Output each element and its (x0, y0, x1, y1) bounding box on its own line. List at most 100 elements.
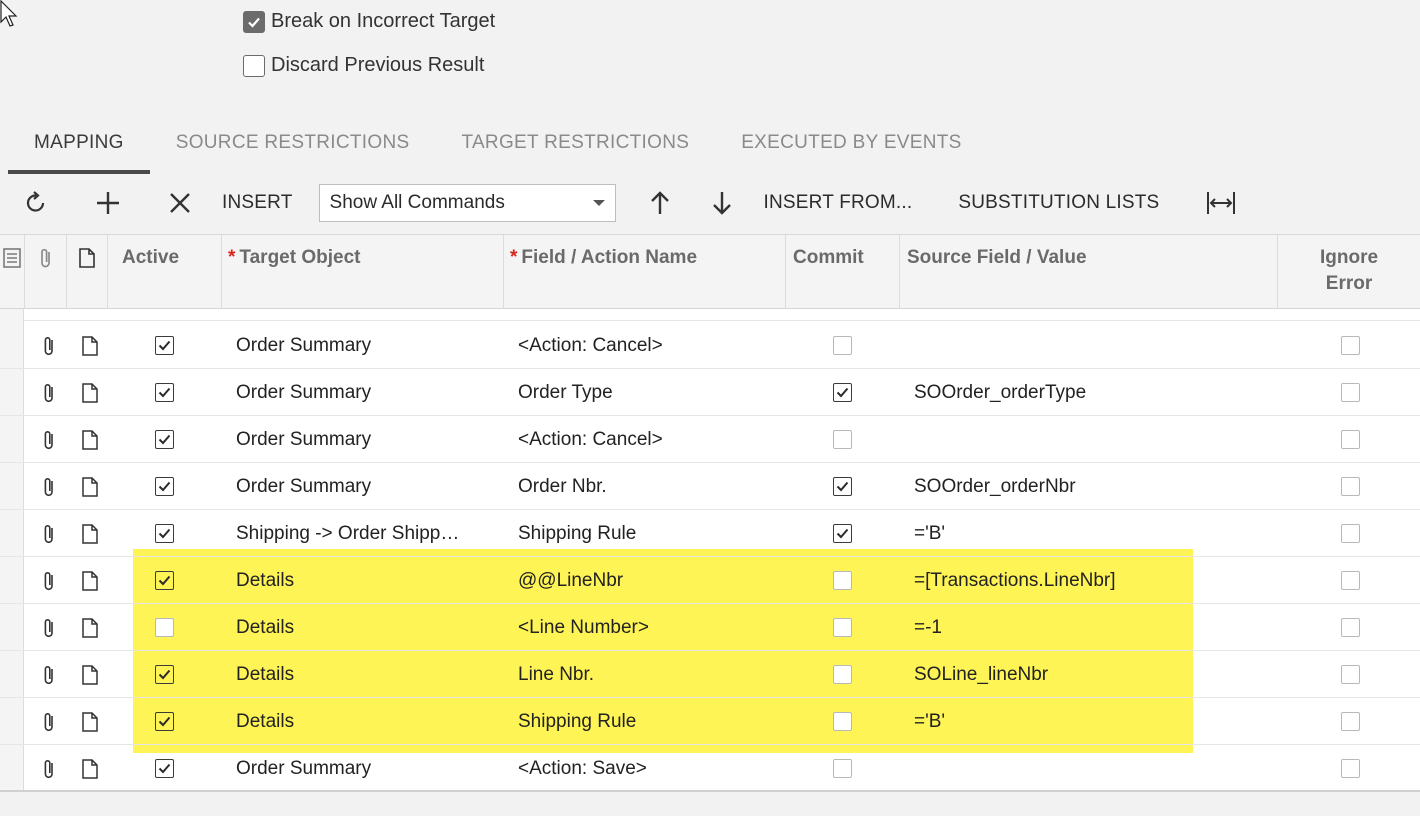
ignore-error-checkbox[interactable] (1341, 369, 1363, 416)
substitution-lists-button[interactable]: SUBSTITUTION LISTS (958, 192, 1159, 214)
paperclip-icon[interactable] (38, 557, 60, 604)
tab-mapping[interactable]: MAPPING (8, 112, 150, 174)
source-field-cell[interactable] (914, 745, 1274, 790)
target-object-cell[interactable]: Details (236, 557, 494, 604)
field-action-cell[interactable]: <Action: Cancel> (518, 322, 780, 369)
source-field-cell[interactable]: =[Transactions.LineNbr] (914, 557, 1274, 604)
arrow-up-icon[interactable] (642, 185, 678, 221)
note-icon[interactable] (79, 510, 101, 557)
commit-checkbox[interactable] (833, 463, 855, 510)
paperclip-icon[interactable] (38, 698, 60, 745)
field-action-cell[interactable]: @@LineNbr (518, 557, 780, 604)
note-icon[interactable] (79, 416, 101, 463)
source-field-cell[interactable]: SOLine_lineNbr (914, 651, 1274, 698)
table-row[interactable]: Order Summary Order Type SOOrder_orderTy… (0, 369, 1420, 416)
note-icon[interactable] (79, 463, 101, 510)
paperclip-icon[interactable] (38, 604, 60, 651)
paperclip-icon[interactable] (38, 369, 60, 416)
note-icon[interactable] (79, 557, 101, 604)
table-row[interactable]: Order Summary <Action: Save> (0, 745, 1420, 790)
table-row[interactable]: Shipping -> Order Shipp… Shipping Rule =… (0, 510, 1420, 557)
note-icon[interactable] (79, 369, 101, 416)
commit-column-header[interactable]: Commit (786, 235, 900, 309)
commit-checkbox[interactable] (833, 651, 855, 698)
active-checkbox[interactable] (155, 369, 177, 416)
note-icon[interactable] (79, 745, 101, 790)
source-field-cell[interactable]: =-1 (914, 604, 1274, 651)
discard-previous-result-checkbox[interactable] (243, 54, 265, 77)
column-settings-icon[interactable] (2, 247, 22, 269)
table-row[interactable]: Order Summary Order Nbr. SOOrder_orderNb… (0, 463, 1420, 510)
field-action-cell[interactable]: Order Type (518, 369, 780, 416)
ignore-error-checkbox[interactable] (1341, 557, 1363, 604)
active-checkbox[interactable] (155, 604, 177, 651)
paperclip-icon[interactable] (38, 651, 60, 698)
active-checkbox[interactable] (155, 416, 177, 463)
commit-checkbox[interactable] (833, 604, 855, 651)
field-action-cell[interactable]: <Action: Cancel> (518, 416, 780, 463)
commit-checkbox[interactable] (833, 322, 855, 369)
paperclip-icon[interactable] (38, 510, 60, 557)
discard-previous-result-option[interactable]: Discard Previous Result (243, 54, 484, 77)
ignore-error-checkbox[interactable] (1341, 698, 1363, 745)
insert-from-button[interactable]: INSERT FROM... (764, 192, 913, 214)
target-object-cell[interactable]: Details (236, 604, 494, 651)
tab-source-restrictions[interactable]: SOURCE RESTRICTIONS (150, 112, 436, 174)
break-on-incorrect-target-checkbox[interactable] (243, 10, 265, 33)
target-object-column-header[interactable]: * Target Object (222, 235, 504, 309)
ignore-error-checkbox[interactable] (1341, 416, 1363, 463)
add-icon[interactable] (90, 185, 126, 221)
active-checkbox[interactable] (155, 463, 177, 510)
break-on-incorrect-target-option[interactable]: Break on Incorrect Target (243, 10, 495, 33)
target-object-cell[interactable]: Order Summary (236, 745, 494, 790)
row-settings-header[interactable] (0, 235, 25, 309)
field-action-cell[interactable]: <Action: Save> (518, 745, 780, 790)
commands-filter-select[interactable]: Show All Commands (318, 184, 616, 222)
source-field-cell[interactable]: ='B' (914, 510, 1274, 557)
field-action-cell[interactable]: Line Nbr. (518, 651, 780, 698)
field-action-cell[interactable]: Shipping Rule (518, 698, 780, 745)
active-checkbox[interactable] (155, 510, 177, 557)
table-row[interactable]: Details Line Nbr. SOLine_lineNbr (0, 651, 1420, 698)
tab-target-restrictions[interactable]: TARGET RESTRICTIONS (435, 112, 715, 174)
active-checkbox[interactable] (155, 322, 177, 369)
ignore-error-checkbox[interactable] (1341, 745, 1363, 790)
table-row[interactable]: Details @@LineNbr =[Transactions.LineNbr… (0, 557, 1420, 604)
commit-checkbox[interactable] (833, 369, 855, 416)
active-checkbox[interactable] (155, 651, 177, 698)
source-field-column-header[interactable]: Source Field / Value (900, 235, 1278, 309)
target-object-cell[interactable]: Order Summary (236, 416, 494, 463)
active-checkbox[interactable] (155, 745, 177, 790)
active-checkbox[interactable] (155, 698, 177, 745)
ignore-error-checkbox[interactable] (1341, 651, 1363, 698)
target-object-cell[interactable]: Order Summary (236, 463, 494, 510)
source-field-cell[interactable]: SOOrder_orderNbr (914, 463, 1274, 510)
commit-checkbox[interactable] (833, 698, 855, 745)
commit-checkbox[interactable] (833, 557, 855, 604)
active-checkbox[interactable] (155, 557, 177, 604)
ignore-error-column-header[interactable]: Ignore Error (1278, 235, 1420, 309)
active-column-header[interactable]: Active (108, 235, 222, 309)
commit-checkbox[interactable] (833, 510, 855, 557)
note-icon[interactable] (79, 651, 101, 698)
target-object-cell[interactable]: Shipping -> Order Shipp… (236, 510, 494, 557)
ignore-error-checkbox[interactable] (1341, 463, 1363, 510)
target-object-cell[interactable]: Details (236, 698, 494, 745)
table-row[interactable]: Order Summary <Action: Cancel> (0, 416, 1420, 463)
target-object-cell[interactable]: Order Summary (236, 369, 494, 416)
source-field-cell[interactable] (914, 322, 1274, 369)
paperclip-icon[interactable] (38, 322, 60, 369)
ignore-error-checkbox[interactable] (1341, 322, 1363, 369)
target-object-cell[interactable]: Details (236, 651, 494, 698)
ignore-error-checkbox[interactable] (1341, 510, 1363, 557)
paperclip-icon[interactable] (38, 745, 60, 790)
tab-executed-by-events[interactable]: EXECUTED BY EVENTS (715, 112, 987, 174)
field-action-cell[interactable]: <Line Number> (518, 604, 780, 651)
table-row[interactable]: Details Shipping Rule ='B' (0, 698, 1420, 745)
paperclip-icon[interactable] (38, 463, 60, 510)
target-object-cell[interactable]: Order Summary (236, 322, 494, 369)
arrow-down-icon[interactable] (704, 185, 740, 221)
note-icon[interactable] (79, 322, 101, 369)
table-row[interactable]: Details <Line Number> =-1 (0, 604, 1420, 651)
commit-checkbox[interactable] (833, 745, 855, 790)
